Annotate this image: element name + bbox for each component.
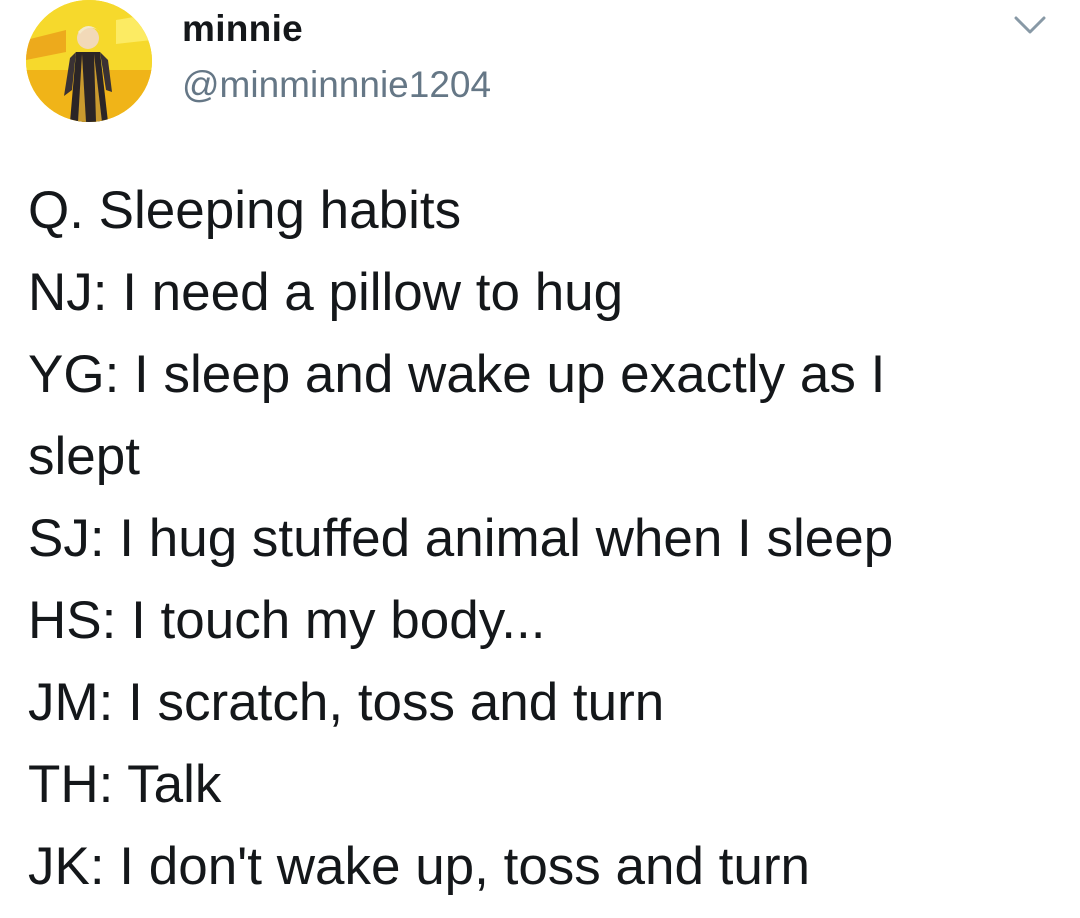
tweet-line: NJ: I need a pillow to hug — [28, 263, 624, 322]
display-name[interactable]: minnie — [182, 8, 303, 50]
avatar[interactable] — [26, 0, 152, 122]
tweet-line: YG: I sleep and wake up exactly as I — [28, 345, 886, 404]
tweet-text: Q. Sleeping habits NJ: I need a pillow t… — [28, 170, 1068, 908]
tweet-header: minnie @minminnnie1204 — [0, 0, 1080, 140]
chevron-down-icon[interactable] — [1008, 6, 1052, 42]
user-handle[interactable]: @minminnnie1204 — [182, 64, 491, 106]
tweet-line: JM: I scratch, toss and turn — [28, 673, 665, 732]
tweet-line: HS: I touch my body... — [28, 591, 546, 650]
tweet-line: JK: I don't wake up, toss and turn — [28, 837, 811, 896]
tweet-line: SJ: I hug stuffed animal when I sleep — [28, 509, 894, 568]
tweet-line: TH: Talk — [28, 755, 222, 814]
tweet-line: slept — [28, 427, 140, 486]
tweet-line: Q. Sleeping habits — [28, 181, 462, 240]
avatar-image — [26, 0, 152, 122]
